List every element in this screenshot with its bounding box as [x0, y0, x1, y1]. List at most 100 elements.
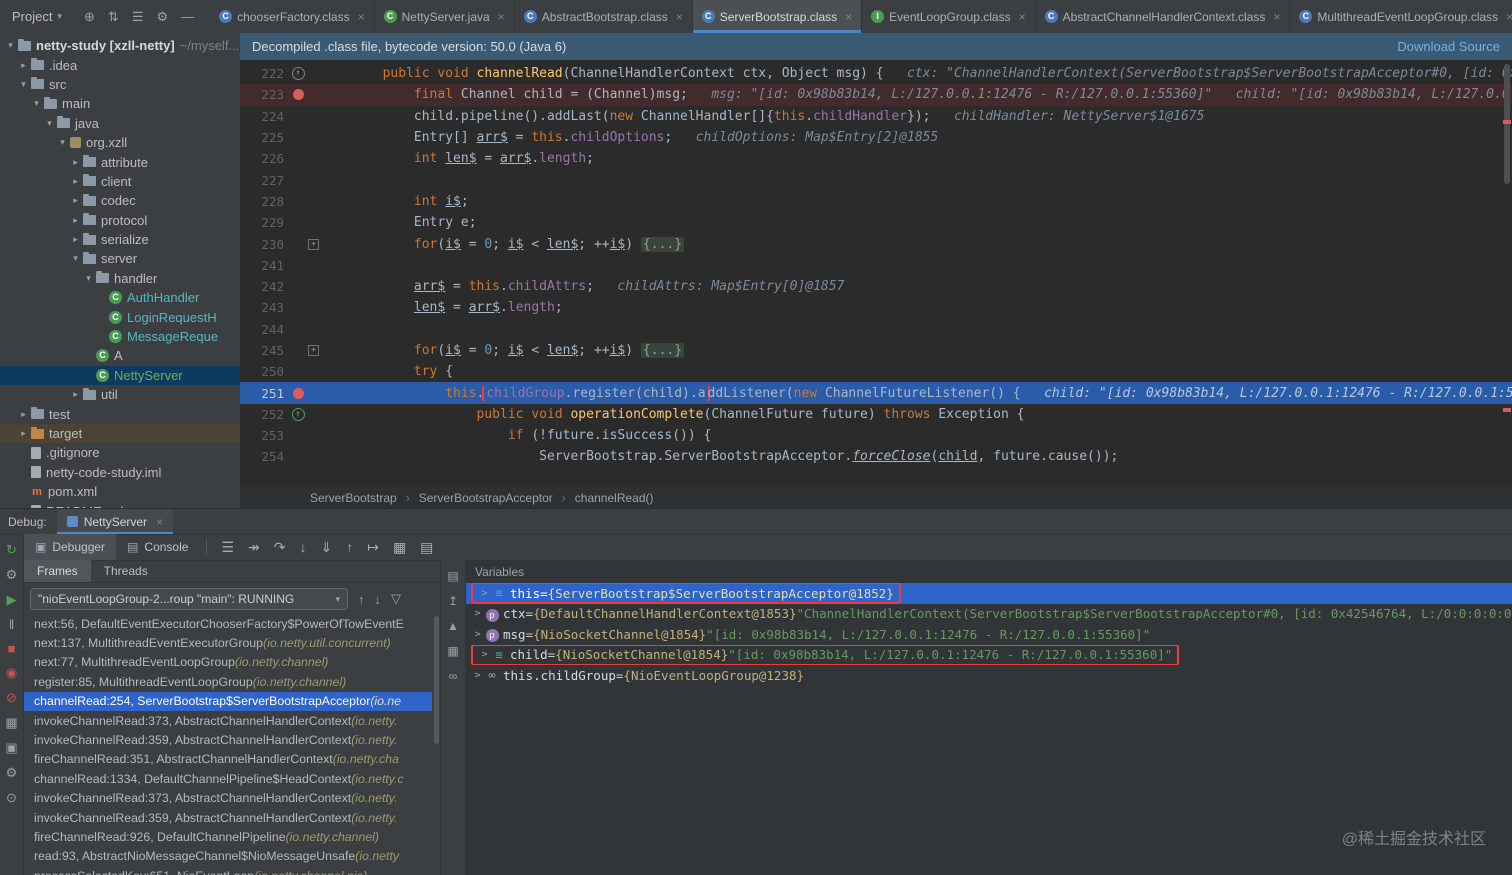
override-marker-icon[interactable]: ↑	[291, 67, 305, 81]
thread-selector[interactable]: "nioEventLoopGroup-2...roup "main": RUNN…	[30, 588, 348, 610]
chevron-right-icon[interactable]: >	[471, 629, 484, 640]
tree-item[interactable]: ▸ .idea	[0, 55, 240, 74]
resume-icon[interactable]: ▶	[7, 592, 17, 608]
tree-item[interactable]: ▸ codec	[0, 191, 240, 210]
editor-tab[interactable]: C MultithreadEventLoopGroup.class ×	[1290, 0, 1512, 33]
tab-close-icon[interactable]: ×	[1273, 10, 1280, 24]
previous-frame-icon[interactable]: ↥	[448, 594, 458, 608]
tree-item[interactable]: ▸ target	[0, 423, 240, 444]
tab-close-icon[interactable]: ×	[845, 10, 852, 24]
variable-row[interactable]: > p msg = {NioSocketChannel@1854} "[id: 0x…	[466, 624, 1512, 645]
tree-item[interactable]: ▸ serialize	[0, 230, 240, 249]
tree-item[interactable]: m pom.xml	[0, 482, 240, 501]
view-options-icon[interactable]: ▦	[393, 539, 406, 556]
settings-gear-icon[interactable]: ⚙	[156, 9, 168, 25]
expand-collapse-icon[interactable]: ⇅	[108, 9, 119, 25]
chevron-right-icon[interactable]: >	[471, 670, 484, 681]
tree-item[interactable]: README.md	[0, 501, 240, 508]
view-breakpoints-icon[interactable]: ◉	[6, 665, 17, 681]
frames-scrollbar[interactable]	[433, 614, 440, 875]
variable-row[interactable]: > p ctx = {DefaultChannelHandlerContext@18…	[466, 604, 1512, 625]
stack-frame-row[interactable]: fireChannelRead:351, AbstractChannelHand…	[24, 750, 432, 769]
chevron-down-icon[interactable]: ▾	[30, 98, 43, 109]
evaluate-expression-icon[interactable]: ▤	[420, 539, 433, 556]
chevron-right-icon[interactable]: ▸	[69, 389, 82, 400]
editor-tab[interactable]: CchooserFactory.class ×	[210, 0, 375, 33]
tree-item[interactable]: C MessageReque	[0, 327, 240, 346]
scrollbar-thumb[interactable]	[1504, 64, 1510, 184]
chevron-down-icon[interactable]: ▾	[4, 40, 17, 51]
fold-marker-icon[interactable]: +	[308, 238, 319, 250]
chevron-right-icon[interactable]: >	[478, 588, 491, 599]
show-variables-icon[interactable]: ▤	[447, 569, 458, 583]
stack-frame-row[interactable]: next:137, MultithreadEventExecutorGroup …	[24, 633, 432, 652]
tree-item[interactable]: .gitignore	[0, 443, 240, 462]
stack-frame-row[interactable]: invokeChannelRead:373, AbstractChannelHa…	[24, 789, 432, 808]
tree-item[interactable]: ▸ util	[0, 385, 240, 404]
project-dropdown[interactable]: Project ▾	[0, 0, 74, 33]
editor-tab[interactable]: C ServerBootstrap.class ×	[692, 0, 863, 33]
scrollbar-thumb[interactable]	[434, 616, 439, 744]
locate-file-icon[interactable]: ⊕	[84, 9, 95, 25]
tree-item[interactable]: ▾ java	[0, 114, 240, 133]
variable-row[interactable]: > ≡ this = {ServerBootstrap$ServerBootstra…	[466, 583, 1512, 604]
stack-frame-row[interactable]: channelRead:1334, DefaultChannelPipeline…	[24, 769, 432, 788]
variable-row[interactable]: > ∞ this.childGroup = {NioEventLoopGroup@1…	[466, 665, 1512, 686]
stack-frame-row[interactable]: processSelectedKey:651, NioEventLoop (io…	[24, 866, 432, 875]
tree-item[interactable]: ▾ server	[0, 249, 240, 268]
breadcrumb-item[interactable]: ServerBootstrapAcceptor	[419, 491, 553, 505]
stop-icon[interactable]: ■	[8, 641, 16, 656]
tree-item[interactable]: ▾ netty-study [xzll-netty] ~/myself...	[0, 36, 240, 55]
frame-up-icon[interactable]: ↑	[358, 592, 365, 607]
frame-down-icon[interactable]: ↓	[375, 592, 382, 607]
chevron-right-icon[interactable]: ▸	[17, 428, 30, 439]
chevron-right-icon[interactable]: ▸	[17, 409, 30, 420]
editor-tab[interactable]: C NettyServer.java ×	[375, 0, 515, 33]
stack-frame-row[interactable]: channelRead:254, ServerBootstrap$ServerB…	[24, 691, 432, 711]
tree-item[interactable]: ▸ client	[0, 172, 240, 191]
tab-close-icon[interactable]: ×	[358, 10, 365, 24]
tree-item[interactable]: C LoginRequestH	[0, 307, 240, 326]
tree-item[interactable]: ▾ main	[0, 94, 240, 113]
tab-console[interactable]: ▤ Console	[116, 534, 199, 560]
rerun-icon[interactable]: ↻	[6, 542, 17, 558]
pause-icon[interactable]: ‖	[9, 617, 14, 632]
show-execution-point-icon[interactable]: ↠	[248, 539, 260, 556]
close-icon[interactable]: ×	[156, 515, 163, 529]
mute-breakpoints-icon[interactable]: ⊘	[6, 690, 17, 706]
chevron-right-icon[interactable]: ▸	[69, 176, 82, 187]
tree-item[interactable]: netty-code-study.iml	[0, 463, 240, 482]
chevron-right-icon[interactable]: ▸	[69, 215, 82, 226]
chevron-right-icon[interactable]: ▸	[69, 234, 82, 245]
tree-item[interactable]: C AuthHandler	[0, 288, 240, 307]
tree-item[interactable]: ▸ protocol	[0, 211, 240, 230]
breakpoint-icon[interactable]	[292, 89, 304, 101]
editor-tab[interactable]: C AbstractBootstrap.class ×	[515, 0, 693, 33]
tab-close-icon[interactable]: ×	[1506, 10, 1512, 24]
tab-close-icon[interactable]: ×	[1019, 10, 1026, 24]
layout-menu-icon[interactable]: ☰	[221, 539, 234, 556]
debug-session-tab[interactable]: NettyServer ×	[56, 509, 174, 534]
chevron-right-icon[interactable]: ▸	[17, 60, 30, 71]
code-editor[interactable]: 222 ↑ public void channelRead(ChannelHandl…	[240, 60, 1512, 487]
chevron-down-icon[interactable]: ▾	[82, 273, 95, 284]
chevron-down-icon[interactable]: ▾	[43, 118, 56, 129]
chevron-right-icon[interactable]: ▸	[69, 157, 82, 168]
copy-value-icon[interactable]: ▦	[447, 644, 458, 658]
chevron-right-icon[interactable]: >	[471, 608, 484, 619]
editor-tab[interactable]: C AbstractChannelHandlerContext.class ×	[1036, 0, 1291, 33]
tree-item[interactable]: ▾ src	[0, 75, 240, 94]
tree-item[interactable]: CA	[0, 346, 240, 365]
chevron-down-icon[interactable]: ▾	[69, 253, 82, 264]
chevron-right-icon[interactable]: >	[478, 649, 491, 660]
breakpoint-icon[interactable]	[292, 387, 304, 399]
fold-marker-icon[interactable]: +	[308, 345, 319, 356]
restore-layout-icon[interactable]: ▦	[5, 715, 17, 731]
tab-debugger[interactable]: ▣ Debugger	[24, 534, 117, 560]
stack-frame-row[interactable]: invokeChannelRead:359, AbstractChannelHa…	[24, 808, 432, 827]
top-frame-icon[interactable]: ▲	[447, 619, 459, 633]
tab-close-icon[interactable]: ×	[498, 10, 505, 24]
stack-frame-row[interactable]: read:93, AbstractNioMessageChannel$NioMe…	[24, 847, 432, 866]
tree-item[interactable]: C NettyServer	[0, 365, 240, 386]
force-step-into-icon[interactable]: ⇓	[320, 539, 332, 556]
